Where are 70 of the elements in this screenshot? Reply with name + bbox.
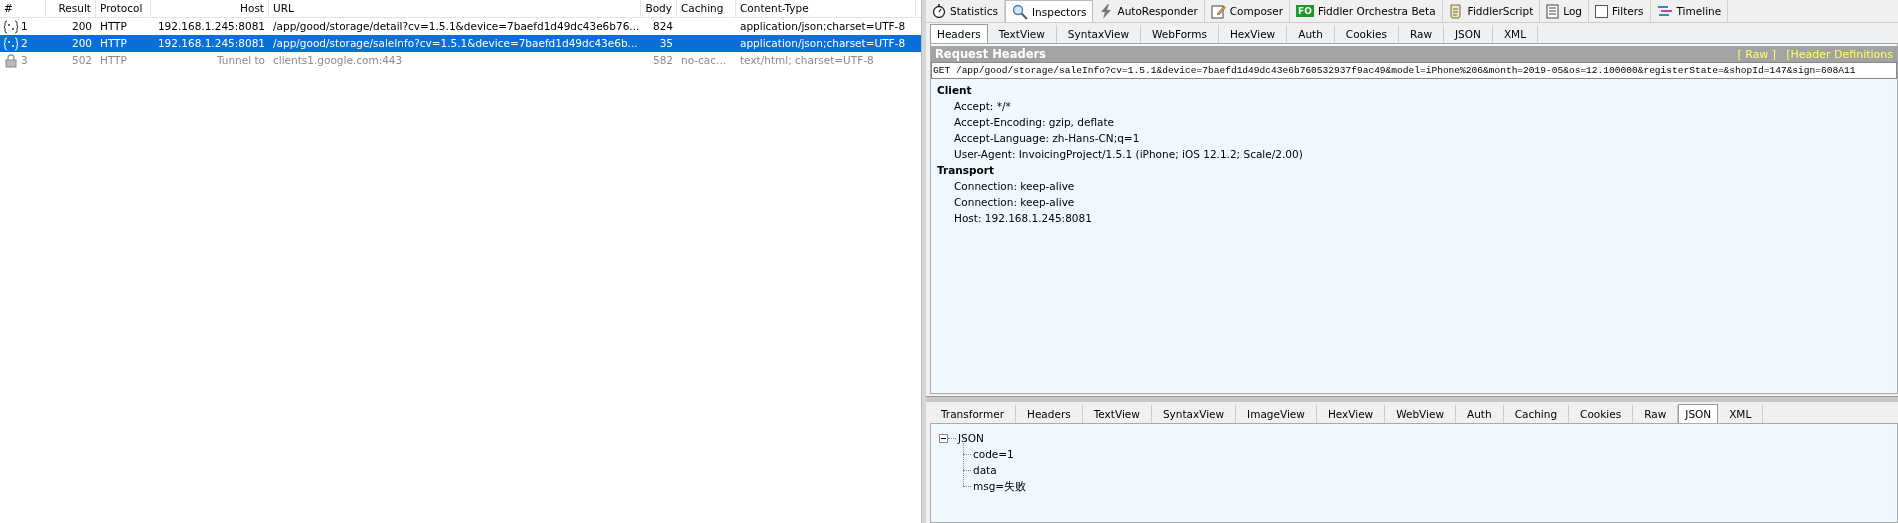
header-group-title: Transport	[937, 164, 994, 176]
header-entry: Accept-Encoding: gzip, deflate	[954, 116, 1115, 128]
table-cell-text: application/json;charset=UTF-8	[740, 19, 906, 34]
orchestra-badge: FO	[1296, 5, 1314, 17]
table-cell-text: 200	[71, 19, 92, 34]
document-icon	[1546, 3, 1560, 19]
table-cell-text: clients1.google.com:443	[273, 53, 403, 68]
header-entry: Host: 192.168.1.245:8081	[954, 212, 1092, 224]
column-header[interactable]: Host	[240, 2, 264, 14]
table-cell-text: HTTP	[100, 19, 127, 34]
table-cell-text: 2	[21, 36, 28, 51]
table-cell-text: 502	[71, 53, 92, 68]
script-icon	[1448, 3, 1464, 19]
table-cell-text: 35	[659, 36, 673, 51]
session-row[interactable]: 3 502 HTTP Tunnel to clients1.google.com:443 582 no-cac... text/html; charset=UTF-8	[0, 52, 921, 69]
stopwatch-icon	[932, 4, 946, 18]
column-header[interactable]: Content-Type	[740, 2, 809, 14]
lightning-icon	[1099, 3, 1114, 19]
inspector-tab[interactable]: Filters	[1589, 0, 1651, 22]
table-cell-text: 1	[21, 19, 28, 34]
table-cell-text: no-cac...	[681, 53, 727, 68]
column-header[interactable]: Caching	[681, 2, 724, 14]
header-entry: User-Agent: InvoicingProject/1.5.1 (iPhone; iOS 12.1.2; Scale/2.00)	[954, 148, 1303, 160]
table-cell-text: /app/good/storage/detail?cv=1.5.1&device=7baefd1d49dc43e6b76...	[273, 19, 640, 34]
table-cell-text: 582	[652, 53, 673, 68]
response-view-tab[interactable]: JSON	[1678, 404, 1719, 423]
column-header[interactable]: Protocol	[100, 2, 143, 14]
table-cell-text: 192.168.1.245:8081	[157, 19, 265, 34]
inspector-tab[interactable]: Inspectors	[1005, 0, 1094, 22]
table-cell-text: 824	[652, 19, 673, 34]
session-row[interactable]: 1 200 HTTP 192.168.1.245:8081 /app/good/storage/detail?cv=1.5.1&device=7baefd1d49dc43e6b76... 824 application/json;charset=UTF-8	[0, 18, 921, 35]
header-group-title: Client	[937, 84, 972, 96]
search-icon	[1012, 3, 1028, 20]
table-cell-text: Tunnel to	[216, 53, 265, 68]
table-cell-text: 200	[71, 36, 92, 51]
table-cell-text: application/json;charset=UTF-8	[740, 36, 906, 51]
tree-node[interactable]: msg=失败	[973, 478, 1027, 494]
table-cell-text: HTTP	[100, 36, 127, 51]
table-cell-text: 192.168.1.245:8081	[157, 36, 265, 51]
tree-node[interactable]: data	[973, 462, 997, 478]
table-cell-text: 3	[21, 53, 28, 68]
inspector-tab[interactable]: AutoResponder	[1093, 0, 1205, 22]
session-row[interactable]: 2 200 HTTP 192.168.1.245:8081 /app/good/storage/saleInfo?cv=1.5.1&device=7baefd1d49dc43e6b... 35 application/json;charset=UTF-8	[0, 35, 921, 52]
json-file-icon	[4, 36, 18, 51]
filter-checkbox[interactable]	[1595, 4, 1609, 18]
notepad-icon	[1210, 3, 1226, 19]
json-file-icon	[4, 19, 18, 34]
header-entry: Accept-Language: zh-Hans-CN;q=1	[954, 132, 1140, 144]
tree-node[interactable]: code=1	[973, 446, 1014, 462]
request-view-tab[interactable]: Headers	[930, 24, 988, 43]
column-header[interactable]: Result	[58, 2, 91, 14]
table-cell-text: text/html; charset=UTF-8	[740, 53, 874, 68]
header-entry: Connection: keep-alive	[954, 196, 1075, 208]
header-entry: Connection: keep-alive	[954, 180, 1075, 192]
timeline-icon	[1656, 4, 1673, 18]
header-entry: Accept: */*	[954, 100, 1011, 112]
table-cell-text: /app/good/storage/saleInfo?cv=1.5.1&device=7baefd1d49dc43e6b...	[273, 36, 638, 51]
column-header[interactable]: #	[4, 2, 13, 14]
inspector-tab[interactable]: Log	[1540, 0, 1590, 22]
lock-icon	[4, 53, 18, 68]
section-title: Request Headers	[935, 47, 1046, 61]
collapse-toggle[interactable]	[939, 433, 948, 443]
inspector-tab[interactable]: Timeline	[1650, 0, 1729, 22]
inspector-tab[interactable]: FiddlerScript	[1442, 0, 1541, 22]
column-header[interactable]: URL	[273, 2, 294, 14]
column-header[interactable]: Body	[645, 2, 672, 14]
inspector-tab[interactable]: Composer	[1204, 0, 1291, 22]
table-cell-text: HTTP	[100, 53, 127, 68]
inspector-tab[interactable]: FO Fiddler Orchestra Beta	[1290, 0, 1443, 22]
tree-node[interactable]: JSON	[958, 430, 984, 446]
